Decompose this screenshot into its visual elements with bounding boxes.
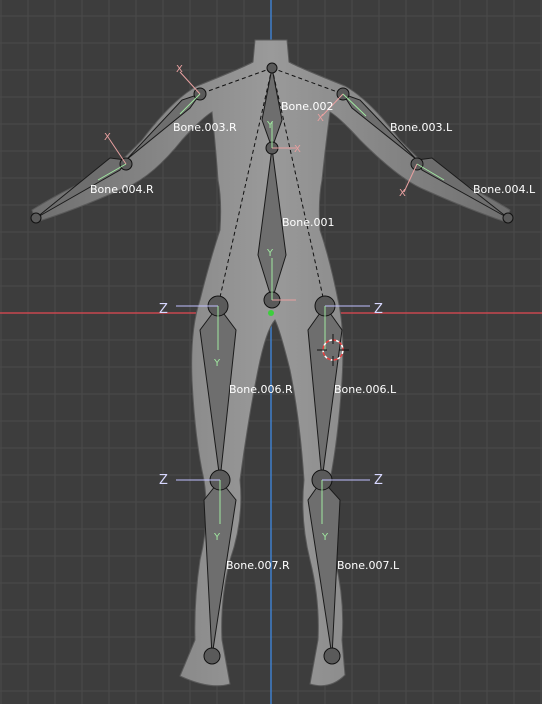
viewport-scene[interactable]: Z Z Z Z Y Y Y Y Y X X X X X Bone.002 Bon… xyxy=(0,0,542,704)
axis-letter-x-shoulder-r: X xyxy=(176,64,183,75)
axis-letter-z-knee-r: Z xyxy=(159,473,168,488)
joint-head-root[interactable] xyxy=(266,62,278,74)
label-bone-002: Bone.002 xyxy=(281,100,334,113)
axis-letter-x-elbow-l: X xyxy=(399,188,406,199)
joint-foot-l[interactable] xyxy=(323,647,341,665)
label-bone-004-l: Bone.004.L xyxy=(473,183,536,196)
label-bone-004-r: Bone.004.R xyxy=(90,183,154,196)
axis-letter-z-hip-r: Z xyxy=(159,302,168,317)
label-bone-001: Bone.001 xyxy=(282,216,335,229)
axis-letter-y-pelvis: Y xyxy=(266,248,274,259)
axis-letter-y-hip-r: Y xyxy=(213,358,221,369)
axis-letter-y-knee-r: Y xyxy=(213,532,221,543)
label-bone-007-r: Bone.007.R xyxy=(226,559,290,572)
label-bone-007-l: Bone.007.L xyxy=(337,559,400,572)
object-origin-dot xyxy=(268,310,274,316)
label-bone-003-l: Bone.003.L xyxy=(390,121,453,134)
axis-letter-x-chest: X xyxy=(294,144,301,155)
axis-letter-x-elbow-r: X xyxy=(104,132,111,143)
axis-letter-z-knee-l: Z xyxy=(374,473,383,488)
label-bone-006-l: Bone.006.L xyxy=(334,383,397,396)
joint-hand-l[interactable] xyxy=(502,212,514,224)
label-bone-003-r: Bone.003.R xyxy=(173,121,237,134)
axis-letter-y-chest: Y xyxy=(266,120,274,131)
axis-letter-x-shoulder-l: X xyxy=(317,113,324,124)
axis-letter-y-knee-l: Y xyxy=(321,532,329,543)
label-bone-006-r: Bone.006.R xyxy=(229,383,293,396)
axis-letter-z-hip-l: Z xyxy=(374,302,383,317)
joint-hand-r[interactable] xyxy=(30,212,42,224)
joint-foot-r[interactable] xyxy=(203,647,221,665)
3d-viewport[interactable]: Z Z Z Z Y Y Y Y Y X X X X X Bone.002 Bon… xyxy=(0,0,542,704)
